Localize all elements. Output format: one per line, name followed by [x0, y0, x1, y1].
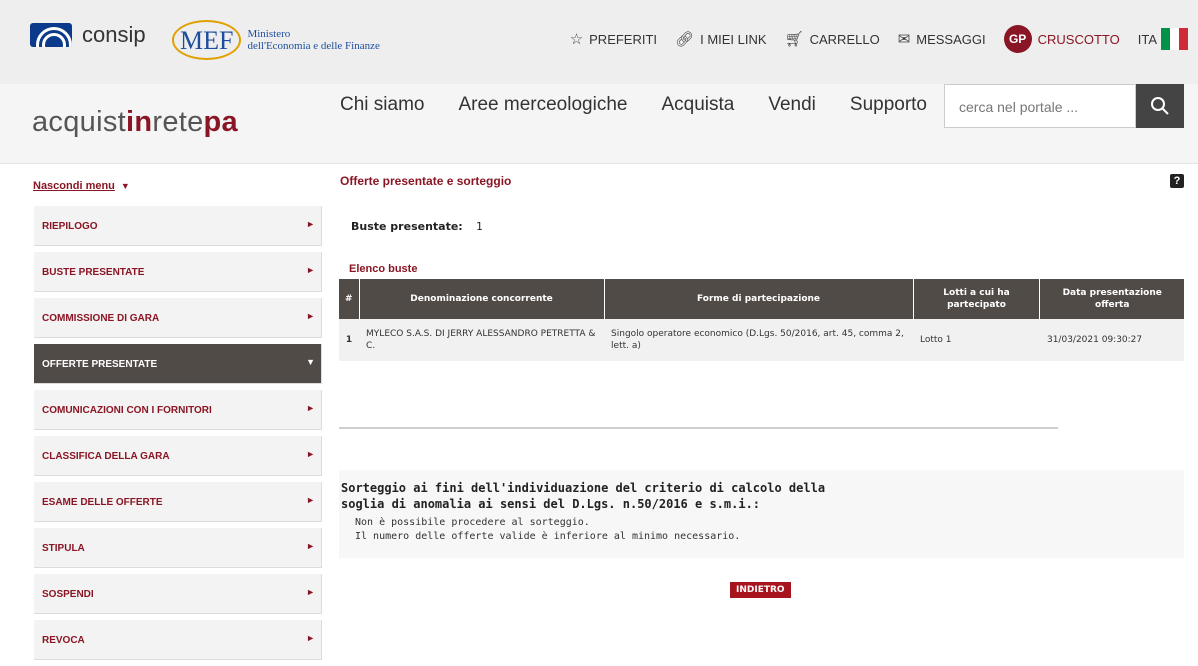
- triangle-right-icon: ►: [306, 311, 315, 321]
- nav-aree-merceologiche[interactable]: Aree merceologiche: [458, 94, 627, 116]
- table-header-row: # Denominazione concorrente Forme di par…: [339, 279, 1184, 319]
- triangle-right-icon: ►: [306, 587, 315, 597]
- page-title: Offerte presentate e sorteggio: [340, 174, 512, 188]
- triangle-right-icon: ►: [306, 449, 315, 459]
- triangle-right-icon: ►: [306, 265, 315, 275]
- envelope-icon: ✉: [897, 31, 911, 48]
- consip-logo[interactable]: consip: [30, 22, 146, 48]
- nav-acquista[interactable]: Acquista: [661, 94, 734, 116]
- consip-logo-icon: [30, 23, 72, 47]
- nav-supporto[interactable]: Supporto: [850, 94, 927, 116]
- sidebar-item-classifica-gara[interactable]: CLASSIFICA DELLA GARA ►: [34, 436, 322, 476]
- triangle-right-icon: ►: [306, 541, 315, 551]
- sidebar-item-comunicazioni-fornitori[interactable]: COMUNICAZIONI CON I FORNITORI ►: [34, 390, 322, 430]
- column-header: Data presentazione offerta: [1039, 279, 1184, 319]
- table-cell: 1: [339, 319, 360, 361]
- triangle-down-icon: ▼: [306, 357, 315, 367]
- sidebar-item-buste-presentate[interactable]: BUSTE PRESENTATE ►: [34, 252, 322, 292]
- mef-logo[interactable]: MEF Ministero dell'Economia e delle Fina…: [172, 20, 380, 60]
- sorteggio-title: Sorteggio ai fini dell'individuazione de…: [341, 481, 826, 511]
- search-button[interactable]: [1136, 84, 1184, 128]
- column-header: Lotti a cui ha partecipato: [913, 279, 1041, 319]
- language-selector[interactable]: ITA: [1138, 28, 1188, 50]
- italian-flag-icon: [1161, 28, 1188, 50]
- sidebar-item-revoca[interactable]: REVOCA ►: [34, 620, 322, 660]
- sidebar-item-offerte-presentate[interactable]: OFFERTE PRESENTATE ▼: [34, 344, 322, 384]
- brand-logo[interactable]: acquistinretepa: [32, 106, 238, 139]
- preferiti-link[interactable]: ☆ PREFERITI: [570, 30, 657, 48]
- language-label: ITA: [1137, 31, 1157, 47]
- top-links: ☆ PREFERITI 🔗︎ I MIEI LINK 🛒︎ CARRELLO ✉…: [552, 24, 1198, 54]
- main-header: acquistinretepa Chi siamo Aree merceolog…: [0, 84, 1198, 164]
- sidebar-item-sospendi[interactable]: SOSPENDI ►: [34, 574, 322, 614]
- triangle-right-icon: ►: [306, 403, 315, 413]
- sidebar-item-riepilogo[interactable]: RIEPILOGO ►: [34, 206, 322, 246]
- nav-chi-siamo[interactable]: Chi siamo: [340, 94, 424, 116]
- sidebar-item-commissione-di-gara[interactable]: COMMISSIONE DI GARA ►: [34, 298, 322, 338]
- column-header: Forme di partecipazione: [604, 279, 914, 319]
- main-nav: Chi siamo Aree merceologiche Acquista Ve…: [340, 94, 961, 116]
- list-title: Elenco buste: [349, 263, 418, 275]
- sorteggio-message: Il numero delle offerte valide è inferio…: [355, 531, 741, 542]
- buste-count-line: Buste presentate: 1: [351, 220, 483, 233]
- link-icon: 🔗︎: [675, 31, 695, 48]
- triangle-down-icon: ▼: [120, 181, 130, 191]
- avatar[interactable]: GP: [1003, 25, 1032, 53]
- column-header: Denominazione concorrente: [359, 279, 605, 319]
- consip-logo-text: consip: [82, 22, 146, 47]
- divider: [339, 427, 1058, 429]
- star-icon: ☆: [569, 31, 584, 48]
- sorteggio-panel: Sorteggio ai fini dell'individuazione de…: [339, 470, 1184, 558]
- table-cell: Singolo operatore economico (D.Lgs. 50/2…: [604, 319, 913, 361]
- sidebar-item-stipula[interactable]: STIPULA ►: [34, 528, 322, 568]
- triangle-right-icon: ►: [306, 633, 315, 643]
- carrello-link[interactable]: 🛒︎ CARRELLO: [785, 30, 880, 48]
- cruscotto-link[interactable]: CRUSCOTTO: [1038, 32, 1120, 47]
- back-button[interactable]: INDIETRO: [730, 582, 791, 598]
- mef-logo-text: Ministero dell'Economia e delle Finanze: [247, 28, 380, 52]
- search-input[interactable]: cerca nel portale ...: [944, 84, 1136, 128]
- table-row: 1 MYLECO S.A.S. DI JERRY ALESSANDRO PETR…: [339, 319, 1184, 361]
- cart-icon: 🛒︎: [784, 31, 804, 48]
- triangle-right-icon: ►: [306, 495, 315, 505]
- miei-link-link[interactable]: 🔗︎ I MIEI LINK: [675, 30, 767, 48]
- table-cell: Lotto 1: [913, 319, 1040, 361]
- sidebar-menu: RIEPILOGO ► BUSTE PRESENTATE ► COMMISSIONE…: [34, 206, 322, 666]
- hide-menu-toggle[interactable]: Nascondi menu ▼: [33, 180, 130, 192]
- mef-logo-icon: MEF: [172, 20, 242, 60]
- sorteggio-message: Non è possibile procedere al sorteggio.: [355, 517, 590, 528]
- column-header: #: [339, 279, 360, 319]
- help-icon[interactable]: ?: [1170, 174, 1184, 188]
- messaggi-link[interactable]: ✉ MESSAGGI: [898, 30, 986, 48]
- table-cell: MYLECO S.A.S. DI JERRY ALESSANDRO PETRET…: [359, 319, 605, 361]
- top-utility-bar: consip MEF Ministero dell'Economia e del…: [0, 0, 1198, 84]
- search-icon: [1151, 97, 1169, 115]
- buste-count-value: 1: [475, 220, 483, 233]
- triangle-right-icon: ►: [306, 219, 315, 229]
- buste-table: # Denominazione concorrente Forme di par…: [339, 279, 1184, 361]
- table-cell: 31/03/2021 09:30:27: [1039, 319, 1184, 361]
- sidebar-item-esame-offerte[interactable]: ESAME DELLE OFFERTE ►: [34, 482, 322, 522]
- nav-vendi[interactable]: Vendi: [768, 94, 816, 116]
